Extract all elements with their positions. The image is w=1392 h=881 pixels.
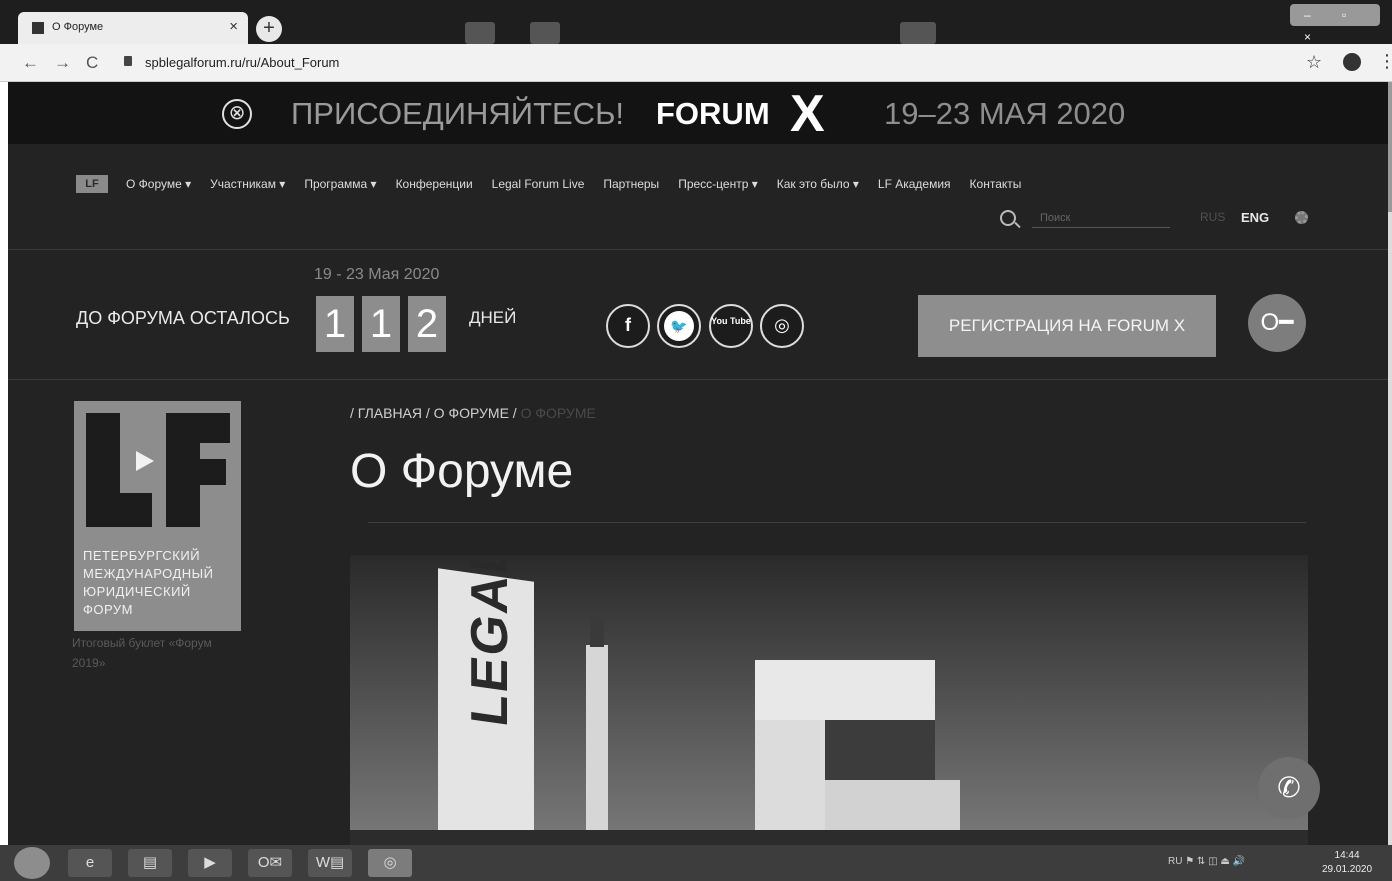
- photo-ground: [350, 830, 1308, 845]
- login-key-icon[interactable]: O━: [1248, 294, 1306, 352]
- breadcrumb-section[interactable]: О ФОРУМЕ /: [434, 405, 517, 421]
- lock-icon: [124, 56, 132, 66]
- forum-logo-banner[interactable]: ПЕТЕРБУРГСКИЙ МЕЖДУНАРОДНЫЙ ЮРИДИЧЕСКИЙ …: [74, 401, 241, 631]
- url-field[interactable]: spblegalforum.ru/ru/About_Forum: [145, 55, 339, 70]
- logo-shape: [86, 493, 152, 527]
- os-taskbar: e ▤ ▶ O✉ W▤ ◎ RU ⚑ ⇅ ◫ ⏏ 🔊 14:44 29.01.2…: [0, 845, 1392, 881]
- photo-column: [586, 645, 608, 845]
- nav-item-contacts[interactable]: Контакты: [970, 177, 1022, 191]
- legal-sign: LEGAL: [438, 555, 534, 845]
- main-navigation: LF О Форуме ▾ Участникам ▾ Программа ▾ К…: [8, 144, 1388, 250]
- logo-shape: [166, 413, 230, 443]
- photo-column-top: [590, 617, 604, 647]
- taskbar-word[interactable]: W▤: [308, 849, 352, 877]
- taskbar-media[interactable]: ▶: [188, 849, 232, 877]
- back-icon[interactable]: ←: [22, 53, 39, 73]
- countdown-dates: 19 - 23 Мая 2020: [314, 266, 440, 283]
- title-divider: [368, 522, 1306, 523]
- start-button[interactable]: [14, 847, 50, 879]
- scrollbar-thumb[interactable]: [1388, 82, 1392, 212]
- background-shape: [900, 22, 936, 44]
- nav-item-history[interactable]: Как это было ▾: [777, 177, 859, 191]
- page-title: О Форуме: [350, 445, 574, 498]
- reload-icon[interactable]: C: [86, 53, 98, 73]
- facebook-icon[interactable]: f: [606, 304, 650, 348]
- window-controls[interactable]: – ▫ ×: [1290, 4, 1380, 44]
- tab-title: О Форуме: [52, 21, 104, 33]
- clock[interactable]: 14:44 29.01.2020: [1322, 849, 1372, 877]
- youtube-icon[interactable]: You Tube: [709, 304, 753, 348]
- breadcrumb-current: О ФОРУМЕ: [520, 405, 596, 421]
- scrollbar[interactable]: [1388, 82, 1392, 845]
- taskbar-ie[interactable]: e: [68, 849, 112, 877]
- browser-tab-bar: О Форуме × + – ▫ ×: [0, 0, 1392, 44]
- instagram-icon[interactable]: ◎: [760, 304, 804, 348]
- promo-banner: ⊗ ПРИСОЕДИНЯЙТЕСЬ! FORUM X 19–23 МАЯ 202…: [8, 82, 1388, 144]
- hero-photo: LEGAL: [350, 555, 1308, 845]
- clock-date: 29.01.2020: [1322, 864, 1373, 875]
- logo-caption: ПЕТЕРБУРГСКИЙ МЕЖДУНАРОДНЫЙ ЮРИДИЧЕСКИЙ …: [83, 548, 214, 617]
- clock-time: 14:44: [1334, 850, 1360, 861]
- countdown-section: 19 - 23 Мая 2020 ДО ФОРУМА ОСТАЛОСЬ 1 1 …: [8, 250, 1388, 380]
- register-button[interactable]: РЕГИСТРАЦИЯ НА FORUM X: [918, 295, 1216, 357]
- tab-favicon-icon: [32, 22, 44, 34]
- nav-item-about[interactable]: О Форуме ▾: [126, 177, 191, 191]
- search-input[interactable]: [1032, 208, 1170, 228]
- twitter-glyph: 🐦: [664, 311, 694, 341]
- countdown-digit: 1: [362, 296, 400, 352]
- new-tab-button[interactable]: +: [256, 16, 282, 42]
- search-icon[interactable]: [1000, 210, 1016, 226]
- background-shape: [530, 22, 560, 44]
- legal-sign-text: LEGAL: [461, 555, 519, 730]
- banner-x-text: X: [790, 85, 825, 143]
- tab-close-icon[interactable]: ×: [229, 18, 238, 35]
- banner-join-text: ПРИСОЕДИНЯЙТЕСЬ!: [291, 96, 625, 131]
- nav-item-partners[interactable]: Партнеры: [603, 177, 659, 191]
- countdown-label: ДО ФОРУМА ОСТАЛОСЬ: [76, 308, 290, 328]
- nav-item-program[interactable]: Программа ▾: [304, 177, 376, 191]
- browser-tab[interactable]: О Форуме ×: [18, 12, 248, 44]
- forward-icon[interactable]: →: [54, 53, 71, 73]
- background-shape: [465, 22, 495, 44]
- gear-icon[interactable]: [1295, 211, 1308, 224]
- nav-item-conferences[interactable]: Конференции: [396, 177, 473, 191]
- taskbar-explorer[interactable]: ▤: [128, 849, 172, 877]
- taskbar-outlook[interactable]: O✉: [248, 849, 292, 877]
- logo-shape: [166, 459, 226, 485]
- nav-menu: О Форуме ▾ Участникам ▾ Программа ▾ Конф…: [126, 177, 1040, 191]
- photo-sculpture: [825, 780, 960, 830]
- site-logo[interactable]: LF: [76, 175, 108, 193]
- photo-sculpture: [825, 720, 935, 780]
- banner-close-icon[interactable]: ⊗: [222, 99, 252, 129]
- browser-menu-icon[interactable]: ⋮: [1378, 51, 1392, 72]
- lang-eng-link[interactable]: ENG: [1241, 210, 1269, 225]
- taskbar-chrome[interactable]: ◎: [368, 849, 412, 877]
- lang-rus-link[interactable]: RUS: [1200, 210, 1225, 224]
- photo-sculpture: [755, 660, 935, 720]
- nav-item-participants[interactable]: Участникам ▾: [210, 177, 285, 191]
- profile-icon[interactable]: [1343, 53, 1361, 71]
- countdown-digit: 1: [316, 296, 354, 352]
- system-tray[interactable]: RU ⚑ ⇅ ◫ ⏏ 🔊: [1168, 856, 1245, 867]
- bookmark-star-icon[interactable]: ☆: [1306, 52, 1322, 73]
- breadcrumb-home[interactable]: / ГЛАВНАЯ /: [350, 405, 430, 421]
- nav-item-press[interactable]: Пресс-центр ▾: [678, 177, 758, 191]
- countdown-unit: ДНЕЙ: [469, 308, 517, 327]
- banner-forum-text: FORUM: [656, 96, 770, 131]
- web-page: ⊗ ПРИСОЕДИНЯЙТЕСЬ! FORUM X 19–23 МАЯ 202…: [8, 82, 1388, 845]
- nav-item-live[interactable]: Legal Forum Live: [492, 177, 585, 191]
- countdown-digit: 2: [408, 296, 446, 352]
- phone-call-icon[interactable]: ✆: [1258, 757, 1320, 819]
- banner-dates: 19–23 МАЯ 2020: [884, 96, 1126, 131]
- nav-item-academy[interactable]: LF Академия: [878, 177, 951, 191]
- booklet-link[interactable]: Итоговый буклет «Форум 2019»: [72, 633, 222, 673]
- address-bar: ← → C spblegalforum.ru/ru/About_Forum ☆ …: [0, 44, 1392, 82]
- play-icon: [136, 451, 154, 471]
- twitter-icon[interactable]: 🐦: [657, 304, 701, 348]
- breadcrumb: / ГЛАВНАЯ / О ФОРУМЕ / О ФОРУМЕ: [350, 405, 596, 421]
